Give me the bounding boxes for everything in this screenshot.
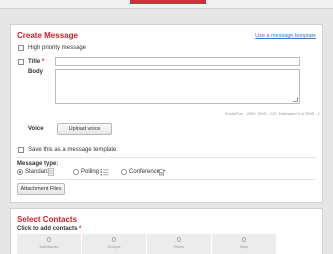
save-template-label: Save this as a message template [28,147,117,153]
rules-caption: Rules [173,244,185,249]
voice-label: Voice [28,126,44,132]
conference-radio[interactable] [121,169,127,175]
polling-radio[interactable] [73,169,79,175]
rules-stat[interactable]: 0 Rules [147,234,212,254]
upload-voice-button[interactable]: Upload voice [57,123,112,135]
section-divider [17,157,316,158]
click-to-add-label: Click to add contacts * [17,226,82,232]
groups-stat[interactable]: 0 Groups [82,234,147,254]
map-caption: Map [240,244,248,249]
map-count: 0 [242,237,246,244]
phone-icon [157,169,166,176]
character-counter: Email/Fax - 2000, SMS - 120, Estimated #… [225,111,320,116]
section-divider-2 [17,179,316,180]
create-message-title: Create Message [17,31,78,40]
individuals-caption: Individuals [39,244,59,249]
message-type-label: Message type: [17,161,59,167]
attachment-files-button[interactable]: Attachment Files [17,183,65,195]
high-priority-checkbox[interactable] [18,45,24,51]
resize-handle-icon[interactable] [293,97,298,102]
individuals-stat[interactable]: 0 Individuals [17,234,82,254]
polling-label: Polling [81,169,100,175]
title-input[interactable] [55,57,300,66]
map-stat[interactable]: 0 Map [212,234,277,254]
rules-count: 0 [177,237,181,244]
body-textarea[interactable] [55,69,300,104]
select-contacts-panel: Select Contacts Click to add contacts * … [10,208,323,254]
create-message-panel: Create Message Use a message template Hi… [10,24,323,203]
active-nav-indicator [130,0,206,4]
individuals-count: 0 [47,237,51,244]
standard-radio[interactable] [17,169,23,175]
list-icon [100,169,109,176]
groups-count: 0 [112,237,116,244]
high-priority-label: High priority message [28,45,87,51]
select-contacts-title: Select Contacts [17,215,78,224]
title-checkbox[interactable] [18,59,24,65]
save-template-checkbox[interactable] [18,147,24,153]
document-icon [48,168,54,176]
conference-label: Conference [129,169,161,175]
groups-caption: Groups [107,244,121,249]
body-label: Body [28,69,43,75]
standard-label: Standard [25,169,50,175]
top-nav-bar [0,0,333,9]
title-label: Title * [28,59,45,65]
use-template-link[interactable]: Use a message template [255,33,316,39]
